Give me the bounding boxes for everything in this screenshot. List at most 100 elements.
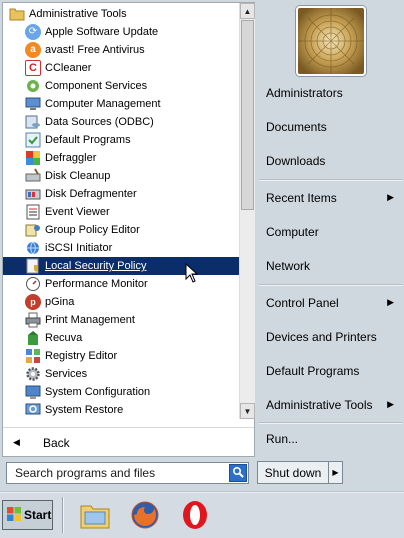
program-label: avast! Free Antivirus	[45, 44, 145, 56]
back-label: Back	[43, 435, 70, 450]
program-label: Print Management	[45, 314, 135, 326]
system-restore-icon	[25, 402, 41, 418]
disk-defragmenter-icon	[25, 186, 41, 202]
scroll-up-button[interactable]: ▲	[240, 3, 255, 19]
program-list-scrollbar[interactable]: ▲ ▼	[239, 3, 255, 419]
search-button[interactable]	[229, 464, 247, 482]
shut-down-button[interactable]: Shut down	[257, 461, 329, 484]
program-list: Administrative Tools ⟳ Apple Software Up…	[3, 3, 239, 419]
program-item[interactable]: Print Management	[3, 311, 239, 329]
firefox-icon	[129, 499, 161, 534]
program-label: CCleaner	[45, 62, 92, 74]
right-item-label: Administrators	[266, 86, 343, 100]
program-item[interactable]: a avast! Free Antivirus	[3, 41, 239, 59]
program-label: Component Services	[45, 80, 148, 92]
link-computer[interactable]: Computer	[259, 220, 402, 244]
link-run[interactable]: Run...	[259, 427, 402, 451]
program-label: Data Sources (ODBC)	[45, 116, 154, 128]
taskbar: Start	[0, 492, 404, 538]
link-default-programs[interactable]: Default Programs	[259, 359, 402, 383]
scroll-thumb[interactable]	[241, 20, 254, 210]
program-item[interactable]: Defraggler	[3, 149, 239, 167]
shut-down-label: Shut down	[264, 465, 322, 480]
folder-icon	[9, 6, 25, 22]
start-button[interactable]: Start	[2, 500, 53, 530]
program-item[interactable]: Computer Management	[3, 95, 239, 113]
submenu-arrow-icon: ▶	[387, 399, 394, 409]
shut-down-options-button[interactable]: ▶	[329, 461, 343, 484]
link-downloads[interactable]: Downloads	[259, 149, 402, 173]
search-input[interactable]	[7, 463, 227, 483]
program-item[interactable]: Registry Editor	[3, 347, 239, 365]
program-item[interactable]: Recuva	[3, 329, 239, 347]
program-item[interactable]: System Configuration	[3, 383, 239, 401]
recuva-icon	[25, 330, 41, 346]
program-label: Computer Management	[45, 98, 161, 110]
program-item-selected[interactable]: Local Security Policy	[3, 257, 239, 275]
scroll-down-button[interactable]: ▼	[240, 403, 255, 419]
taskbar-separator	[62, 497, 64, 533]
search-icon	[232, 466, 244, 481]
program-item[interactable]: C CCleaner	[3, 59, 239, 77]
left-arrow-icon: ◀	[13, 437, 20, 447]
folder-administrative-tools[interactable]: Administrative Tools	[3, 5, 239, 23]
pgina-icon: p	[25, 294, 41, 310]
program-label: Services	[45, 368, 88, 380]
group-policy-editor-icon	[25, 222, 41, 238]
program-item[interactable]: ⟳ Apple Software Update	[3, 23, 239, 41]
print-management-icon	[25, 312, 41, 328]
performance-monitor-icon	[25, 276, 41, 292]
right-item-label: Recent Items	[266, 191, 337, 205]
program-item[interactable]: Disk Defragmenter	[3, 185, 239, 203]
ccleaner-icon: C	[25, 60, 41, 76]
right-item-label: Run...	[266, 432, 299, 446]
program-item[interactable]: Data Sources (ODBC)	[3, 113, 239, 131]
default-programs-icon	[25, 132, 41, 148]
program-label: Local Security Policy	[45, 260, 147, 272]
program-item[interactable]: Disk Cleanup	[3, 167, 239, 185]
taskbar-opera-button[interactable]	[178, 499, 212, 533]
right-item-label: Devices and Printers	[266, 330, 377, 344]
link-devices-and-printers[interactable]: Devices and Printers	[259, 325, 402, 349]
system-configuration-icon	[25, 384, 41, 400]
program-item[interactable]: System Restore	[3, 401, 239, 419]
event-viewer-icon	[25, 204, 41, 220]
program-item[interactable]: Event Viewer	[3, 203, 239, 221]
link-recent-items[interactable]: Recent Items ▶	[259, 186, 402, 210]
chevron-right-icon: ▶	[332, 468, 339, 477]
link-control-panel[interactable]: Control Panel ▶	[259, 291, 402, 315]
back-button[interactable]: ◀ Back	[3, 427, 254, 457]
start-label: Start	[24, 508, 52, 522]
avast-icon: a	[25, 42, 41, 58]
taskbar-firefox-button[interactable]	[128, 499, 162, 533]
submenu-arrow-icon: ▶	[387, 297, 394, 307]
link-administrative-tools[interactable]: Administrative Tools ▶	[259, 393, 402, 417]
separator	[259, 422, 402, 424]
program-item[interactable]: Services	[3, 365, 239, 383]
program-label: Event Viewer	[45, 206, 110, 218]
link-documents[interactable]: Documents	[259, 115, 402, 139]
registry-editor-icon	[25, 348, 41, 364]
separator	[259, 179, 402, 181]
component-services-icon	[25, 78, 41, 94]
program-label: Apple Software Update	[45, 26, 159, 38]
program-item[interactable]: Default Programs	[3, 131, 239, 149]
program-item[interactable]: Component Services	[3, 77, 239, 95]
data-sources-icon	[25, 114, 41, 130]
defraggler-icon	[25, 150, 41, 166]
link-administrators[interactable]: Administrators	[259, 81, 402, 105]
program-item[interactable]: p pGina	[3, 293, 239, 311]
program-item[interactable]: iSCSI Initiator	[3, 239, 239, 257]
taskbar-explorer-button[interactable]	[78, 499, 112, 533]
program-label: pGina	[45, 296, 75, 308]
windows-explorer-icon	[79, 500, 111, 533]
right-pane: Administrators Documents Downloads Recen…	[259, 2, 404, 457]
program-label: Registry Editor	[45, 350, 118, 362]
link-network[interactable]: Network	[259, 254, 402, 278]
program-item[interactable]: Group Policy Editor	[3, 221, 239, 239]
right-item-label: Network	[266, 259, 311, 273]
program-item[interactable]: Performance Monitor	[3, 275, 239, 293]
services-icon	[25, 366, 41, 382]
separator	[259, 284, 402, 286]
program-label: System Configuration	[45, 386, 151, 398]
